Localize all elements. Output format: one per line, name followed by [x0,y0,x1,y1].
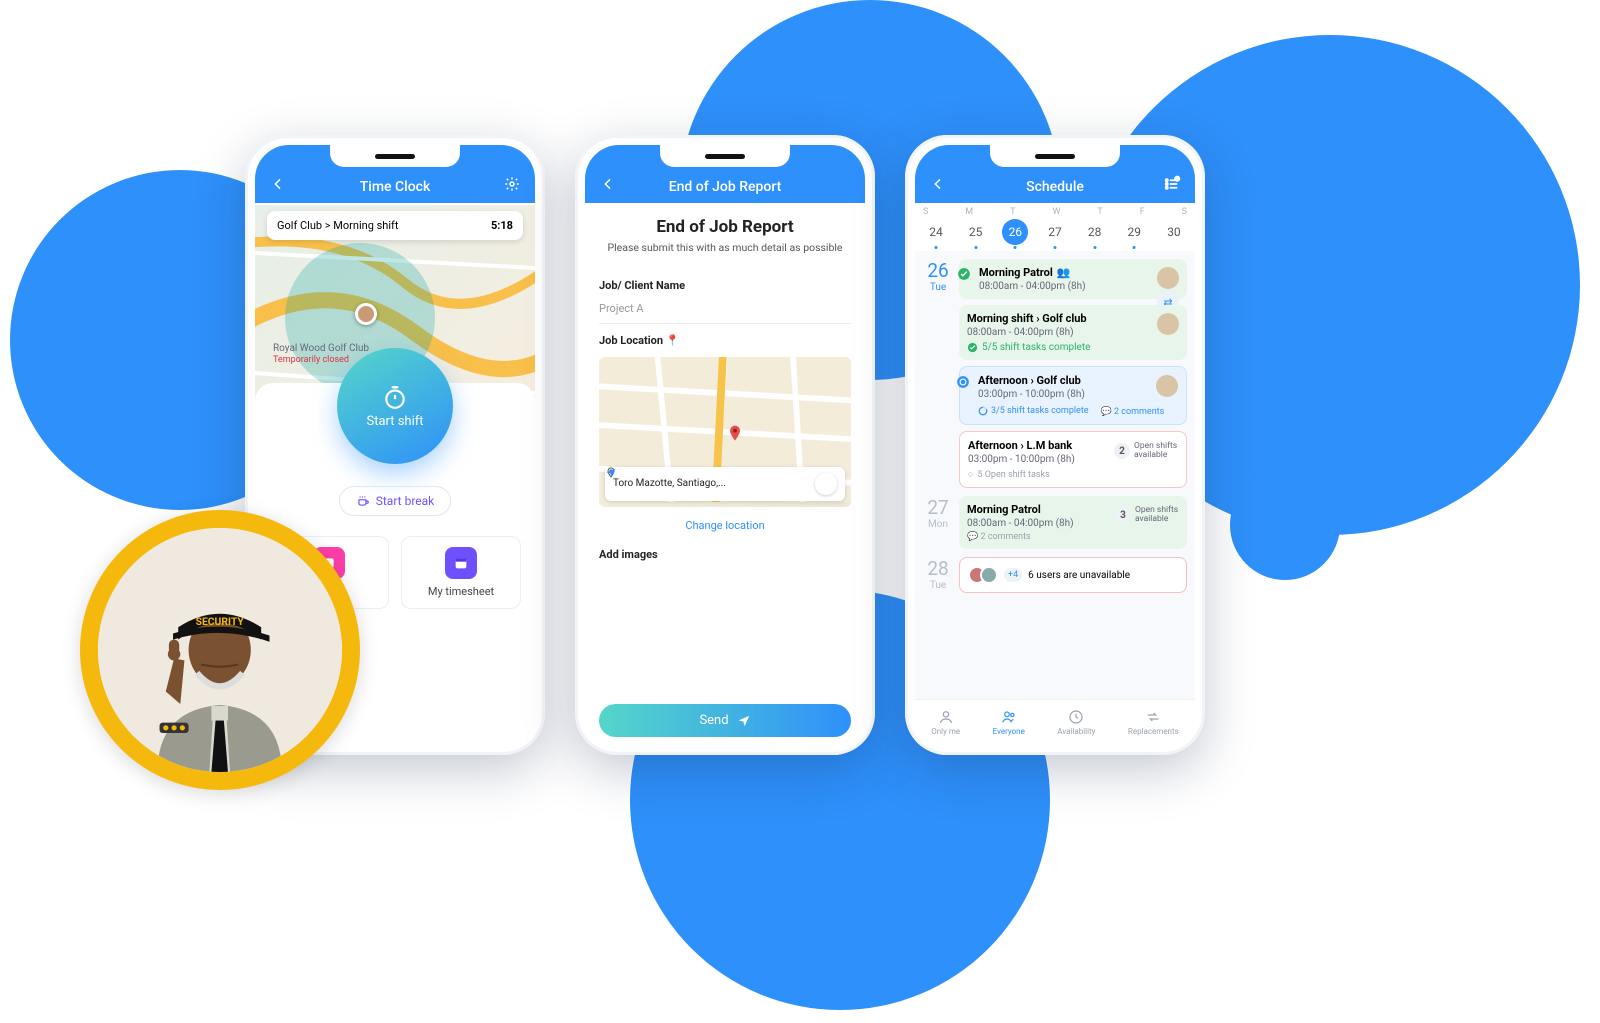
form-title: End of Job Report [599,217,851,237]
add-images-label: Add images [599,548,851,561]
location-address-bar[interactable]: Toro Mazotte, Santiago,... [605,467,845,501]
send-button[interactable]: Send [599,704,851,737]
tab-only-me[interactable]: Only me [931,709,960,736]
timesheet-tile[interactable]: My timesheet [401,536,521,609]
shift-card[interactable]: Morning Patrol 👥 08:00am - 04:00pm (8h) … [959,259,1187,299]
open-shifts-badge: 2 Open shifts available [1114,442,1178,461]
back-icon[interactable] [267,173,289,195]
location-map[interactable]: Toro Mazotte, Santiago,... [599,357,851,507]
tab-availability[interactable]: Availability [1057,709,1095,736]
svg-text:SECURITY: SECURITY [196,615,245,628]
calendar-icon [445,547,477,579]
avatar-stack [968,566,998,584]
calendar-strip[interactable]: S M T W T F S 24 25 26 27 28 29 30 [915,203,1195,251]
day-header: 26 Tue [923,259,953,488]
avatar-icon [1157,313,1179,335]
shift-card[interactable]: Morning Patrol 08:00am - 04:00pm (8h) 💬 … [959,496,1187,549]
calendar-day[interactable]: 24 [923,219,949,245]
shift-card[interactable]: Morning shift › Golf club 08:00am - 04:0… [959,305,1187,360]
start-shift-button[interactable]: Start shift [337,348,453,464]
calendar-day[interactable]: 25 [963,219,989,245]
phone-schedule: Schedule S M T W T F S 24 25 26 27 28 29 30 26 Tue [905,135,1205,755]
people-icon: 👥 [1057,266,1071,279]
security-guard-avatar: SECURITY [80,510,360,790]
phone-job-report: End of Job Report End of Job Report Plea… [575,135,875,755]
job-name-label: Job/ Client Name [599,279,851,292]
weekday-label: S [1182,207,1187,217]
appbar-title: End of Job Report [619,179,831,195]
weekday-label: M [965,207,973,217]
locate-me-icon[interactable] [815,473,837,495]
calendar-day[interactable]: 29 [1121,219,1147,245]
open-shifts-badge: 3 Open shifts available [1115,506,1179,525]
comments-link[interactable]: 💬 2 comments [1101,407,1165,417]
list-icon[interactable] [1161,173,1183,195]
bottom-tab-bar: Only me Everyone Availability Replacemen… [915,699,1195,745]
active-shift-chip[interactable]: Golf Club > Morning shift 5:18 [267,211,523,240]
shift-elapsed: 5:18 [491,219,513,232]
weekday-label: T [1097,207,1102,217]
calendar-day[interactable]: 30 [1161,219,1187,245]
weekday-label: W [1052,207,1060,217]
user-location-pin [355,303,377,325]
weekday-label: F [1140,207,1145,217]
job-name-input[interactable]: Project A [599,298,851,324]
appbar-title: Time Clock [289,179,501,195]
tab-replacements[interactable]: Replacements [1128,709,1179,736]
form-subtitle: Please submit this with as much detail a… [599,241,851,255]
calendar-day[interactable]: 26 [1002,219,1028,245]
calendar-day[interactable]: 27 [1042,219,1068,245]
job-location-label: Job Location 📍 [599,334,851,347]
day-header: 28 Tue [923,557,953,593]
start-break-button[interactable]: Start break [339,486,452,516]
calendar-day[interactable]: 28 [1082,219,1108,245]
weekday-label: S [923,207,928,217]
unavailable-banner[interactable]: +4 6 users are unavailable [959,557,1187,593]
settings-icon[interactable] [501,173,523,195]
avatar-icon [1157,267,1179,289]
tab-everyone[interactable]: Everyone [993,709,1025,736]
back-icon[interactable] [927,173,949,195]
shift-card[interactable]: Afternoon › L.M bank 03:00pm - 10:00pm (… [959,431,1187,488]
shift-card[interactable]: Afternoon › Golf club 03:00pm - 10:00pm … [959,366,1187,425]
map-poi-label: Royal Wood Golf Club Temporarily closed [273,343,369,366]
shift-path: Golf Club > Morning shift [277,219,398,232]
appbar-title: Schedule [949,179,1161,195]
change-location-link[interactable]: Change location [599,519,851,532]
back-icon[interactable] [597,173,619,195]
bg-circle [1230,470,1340,580]
avatar-icon [1156,375,1178,397]
day-header: 27 Mon [923,496,953,549]
weekday-label: T [1010,207,1015,217]
